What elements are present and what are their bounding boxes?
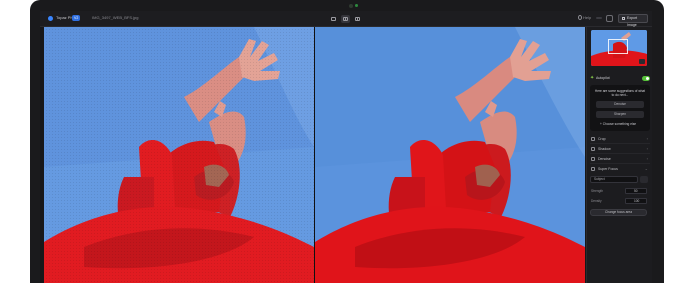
density-label: Density [591,199,602,203]
logo-icon [48,16,53,21]
star-icon: ✦ [590,75,595,81]
suggestion-button-denoise[interactable]: Denoise [596,101,644,108]
chevron-icon: › [646,146,648,151]
split-view-button[interactable] [353,15,362,23]
choose-something-else-link[interactable]: + Choose something else [600,122,636,126]
app-window: Topaz Photo V2 IMG_3497_WEB_BFS.jpg Help… [40,11,652,283]
focus-icon [591,167,595,171]
section-label: Shadow [598,147,611,151]
top-toolbar: Topaz Photo V2 IMG_3497_WEB_BFS.jpg Help… [40,11,652,27]
density-input[interactable]: 100 [625,198,647,204]
autopilot-toggle[interactable] [642,76,650,81]
section-denoise[interactable]: Denoise › [590,155,650,164]
section-label: Super Focus [598,167,618,171]
single-view-button[interactable] [329,15,338,23]
status-indicator [596,17,602,19]
section-super-focus[interactable]: Super Focus ⌄ [590,165,650,174]
subject-select[interactable]: Subject [590,176,638,183]
chevron-icon: ⌄ [644,166,648,171]
export-button[interactable]: Export Image [618,14,648,27]
photo-after [315,27,585,283]
section-shadow[interactable]: Shadow › [590,145,650,154]
help-link[interactable]: Help [583,15,591,20]
navigator-thumbnail[interactable] [591,30,647,66]
noise-overlay [44,27,314,283]
strength-label: Strength [591,189,604,193]
autopilot-label: Autopilot [596,76,610,80]
camera-led [355,4,358,7]
thumbnail-badge [639,59,645,64]
change-focus-area-button[interactable]: Change focus area [590,209,647,216]
help-icon[interactable] [578,15,582,20]
chevron-icon: › [646,156,648,161]
version-badge: V2 [72,15,81,21]
export-label: Export Image [627,16,638,27]
suggestions-message: Here are some suggestions of what to do … [594,89,646,97]
viewport-frame[interactable] [608,39,628,54]
choose-label: Choose something else [602,122,637,126]
suggestions-card: Here are some suggestions of what to do … [590,85,650,131]
strength-input[interactable]: 50 [625,188,647,194]
section-label: Denoise [598,157,611,161]
shadow-icon [591,147,595,151]
settings-icon[interactable] [606,15,613,22]
denoise-icon [591,157,595,161]
adjustments-panel: ✦ Autopilot Here are some suggestions of… [586,27,652,283]
suggestion-button-sharpen[interactable]: Sharpen [596,111,644,118]
export-icon [622,17,625,20]
after-image-pane[interactable] [315,27,585,283]
chevron-icon: › [646,136,648,141]
side-by-side-button[interactable] [341,15,350,23]
autopilot-row: ✦ Autopilot [590,75,650,83]
crop-icon [591,137,595,141]
section-crop[interactable]: Crop › [590,135,650,144]
select-arrow-button[interactable] [640,176,648,183]
file-name: IMG_3497_WEB_BFS.jpg [92,15,139,20]
section-label: Crop [598,137,606,141]
before-image-pane[interactable] [44,27,314,283]
camera [349,4,353,8]
